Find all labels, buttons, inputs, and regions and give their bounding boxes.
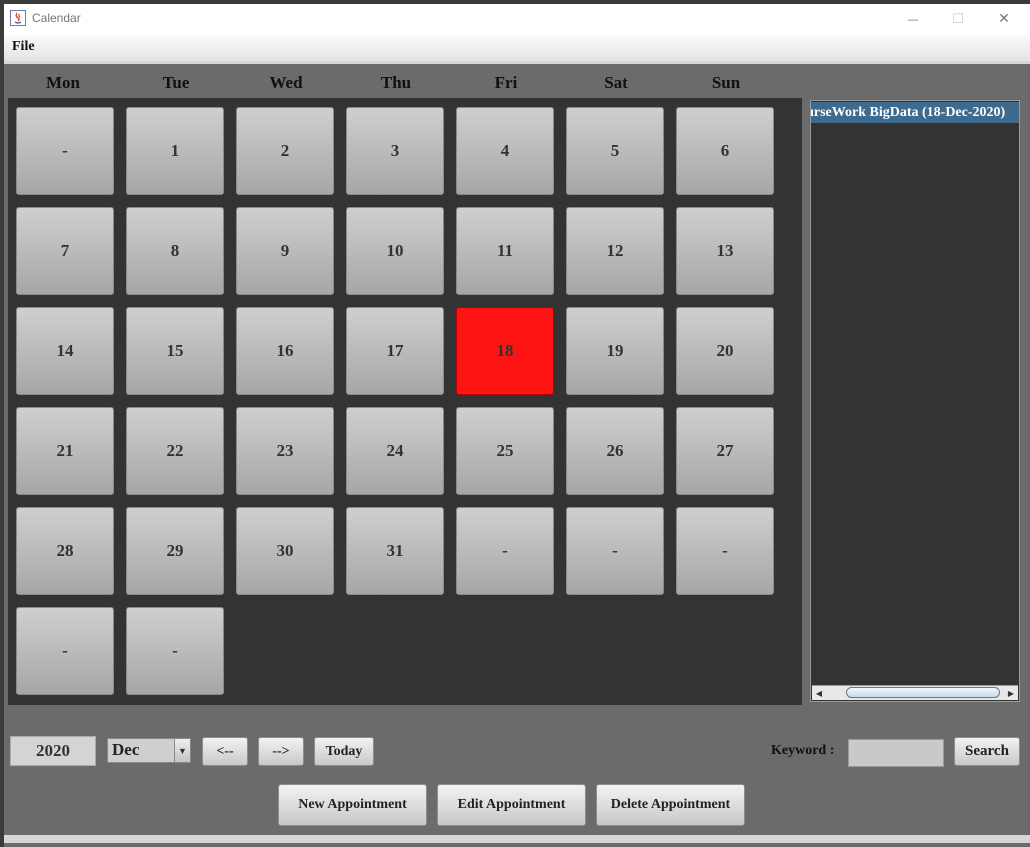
keyword-input[interactable] <box>848 739 944 767</box>
java-app-icon <box>10 10 26 26</box>
weekday-wed: Wed <box>269 73 303 92</box>
weekday-tue: Tue <box>162 73 190 92</box>
day-cell[interactable]: 6 <box>676 107 774 195</box>
calendar-window: Calendar — ☐ ✕ File Mon Tue Wed Thu Fri … <box>4 4 1030 847</box>
day-cell[interactable]: 24 <box>346 407 444 495</box>
new-appointment-button[interactable]: New Appointment <box>278 784 427 826</box>
year-field[interactable]: 2020 <box>10 736 96 766</box>
day-cell[interactable]: 13 <box>676 207 774 295</box>
keyword-label: Keyword : <box>771 743 835 758</box>
day-cell[interactable]: 22 <box>126 407 224 495</box>
weekday-mon: Mon <box>46 73 80 92</box>
menu-file[interactable]: File <box>12 39 35 55</box>
day-cell[interactable]: 25 <box>456 407 554 495</box>
close-icon: ✕ <box>998 11 1010 27</box>
scroll-thumb[interactable] <box>846 687 1000 698</box>
day-cell[interactable]: 31 <box>346 507 444 595</box>
day-cell[interactable]: 4 <box>456 107 554 195</box>
day-cell[interactable]: 29 <box>126 507 224 595</box>
day-cell-empty[interactable]: - <box>16 607 114 695</box>
weekday-sun: Sun <box>711 73 741 92</box>
day-cell-empty[interactable]: - <box>676 507 774 595</box>
day-cell-empty[interactable]: - <box>126 607 224 695</box>
title-bar: Calendar — ☐ ✕ <box>4 4 1030 35</box>
calendar-grid: -1 2 3 4 5 6 7 8 9 10 11 12 13 14 15 16 17 18 19 20 21 22 23 24… <box>8 98 802 705</box>
day-cell[interactable]: 2 <box>236 107 334 195</box>
day-cell-empty[interactable]: - <box>16 107 114 195</box>
month-value: Dec <box>112 740 140 759</box>
day-cell-empty[interactable]: - <box>566 507 664 595</box>
menu-separator <box>4 61 1030 64</box>
next-month-button[interactable]: --> <box>258 737 304 766</box>
search-button[interactable]: Search <box>954 737 1020 766</box>
day-cell[interactable]: 28 <box>16 507 114 595</box>
day-cell[interactable]: 15 <box>126 307 224 395</box>
minimize-icon: — <box>907 12 919 26</box>
minimize-button[interactable]: — <box>898 7 928 31</box>
day-cell[interactable]: 23 <box>236 407 334 495</box>
day-cell[interactable]: 12 <box>566 207 664 295</box>
day-cell-today[interactable]: 18 <box>456 307 554 395</box>
day-cell[interactable]: 27 <box>676 407 774 495</box>
day-cell[interactable]: 20 <box>676 307 774 395</box>
day-cell[interactable]: 3 <box>346 107 444 195</box>
day-cell-empty[interactable]: - <box>456 507 554 595</box>
delete-appointment-button[interactable]: Delete Appointment <box>596 784 745 826</box>
day-cell[interactable]: 26 <box>566 407 664 495</box>
maximize-button[interactable]: ☐ <box>943 7 973 31</box>
close-button[interactable]: ✕ <box>989 7 1019 31</box>
today-button[interactable]: Today <box>314 737 374 766</box>
maximize-icon: ☐ <box>952 11 964 27</box>
chevron-down-icon[interactable]: ▼ <box>174 739 190 762</box>
day-cell[interactable]: 16 <box>236 307 334 395</box>
menu-bar: File <box>4 35 1030 62</box>
day-cell[interactable]: 19 <box>566 307 664 395</box>
window-title: Calendar <box>32 11 81 25</box>
day-cell[interactable]: 1 <box>126 107 224 195</box>
day-cell[interactable]: 7 <box>16 207 114 295</box>
horizontal-scrollbar[interactable]: ◀ ▶ <box>812 685 1018 700</box>
appointment-list: CourseWork BigData (18-Dec-2020) ◀ ▶ <box>810 100 1020 702</box>
day-cell[interactable]: 14 <box>16 307 114 395</box>
prev-month-button[interactable]: <-- <box>202 737 248 766</box>
day-cell[interactable]: 30 <box>236 507 334 595</box>
day-cell[interactable]: 5 <box>566 107 664 195</box>
day-cell[interactable]: 11 <box>456 207 554 295</box>
day-cell[interactable]: 9 <box>236 207 334 295</box>
day-cell[interactable]: 17 <box>346 307 444 395</box>
weekday-thu: Thu <box>380 73 412 92</box>
scroll-left-icon[interactable]: ◀ <box>812 686 826 700</box>
day-cell[interactable]: 8 <box>126 207 224 295</box>
month-select[interactable]: Dec ▼ <box>107 738 191 763</box>
edit-appointment-button[interactable]: Edit Appointment <box>437 784 586 826</box>
bottom-border <box>4 835 1030 843</box>
weekday-fri: Fri <box>494 73 518 92</box>
weekday-sat: Sat <box>604 73 628 92</box>
day-cell[interactable]: 10 <box>346 207 444 295</box>
day-cell[interactable]: 21 <box>16 407 114 495</box>
appointment-item[interactable]: CourseWork BigData (18-Dec-2020) <box>811 102 1019 123</box>
scroll-right-icon[interactable]: ▶ <box>1004 686 1018 700</box>
